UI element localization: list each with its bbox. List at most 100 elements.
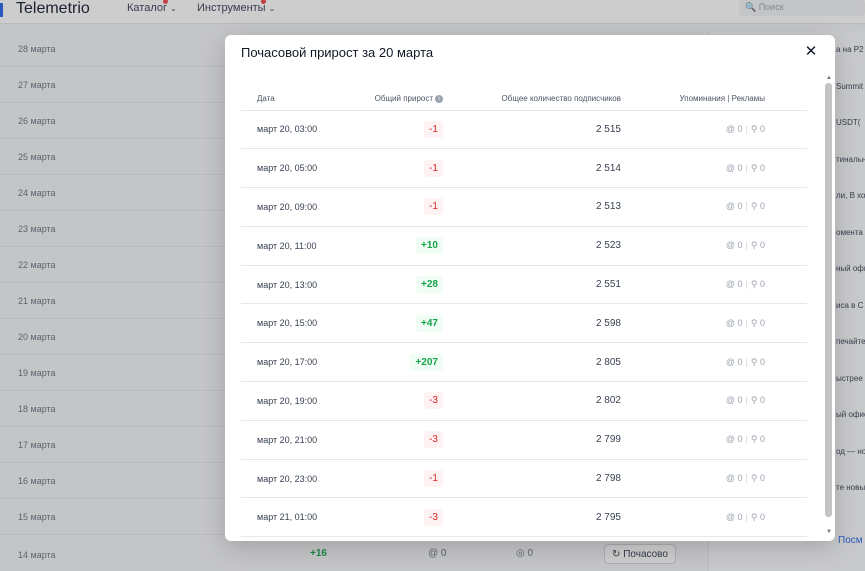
row-ads: 0 <box>759 162 765 173</box>
row-growth-cell: +28 <box>347 265 455 305</box>
table-row: март 21, 01:00 -3 2 795 @ 0 | ⚲ 0 <box>241 497 807 538</box>
divider: | <box>745 395 748 406</box>
row-subscribers-cell: 2 598 <box>455 303 621 344</box>
growth-badge: -1 <box>424 198 443 216</box>
row-subscribers-cell: 2 514 <box>455 148 621 189</box>
row-ads: 0 <box>759 434 765 445</box>
divider: | <box>745 279 748 290</box>
divider: | <box>745 511 748 522</box>
divider: | <box>745 162 748 173</box>
row-subscribers: 2 515 <box>595 123 621 135</box>
row-mentions-ads-cell: @ 0 | ⚲ 0 <box>621 342 807 383</box>
row-mentions-ads-cell: @ 0 | ⚲ 0 <box>621 497 807 538</box>
divider: | <box>745 356 748 367</box>
mention-icon: @ <box>725 162 735 173</box>
hourly-table: Дата Общий прирост i Общее количество под… <box>241 87 807 538</box>
row-subscribers-cell: 2 513 <box>455 187 621 227</box>
modal-scrollbar[interactable]: ▲ ▼ <box>823 73 835 541</box>
table-row: март 20, 17:00 +207 2 805 @ 0 | ⚲ 0 <box>241 342 807 383</box>
growth-badge: -3 <box>424 508 443 526</box>
row-subscribers: 2 795 <box>595 511 621 523</box>
row-mentions: 0 <box>737 123 743 134</box>
row-growth-cell: +10 <box>347 226 455 266</box>
growth-badge: -1 <box>424 159 443 177</box>
mention-icon: @ <box>725 356 735 367</box>
mention-icon: @ <box>725 511 735 522</box>
row-ads: 0 <box>759 279 765 290</box>
table-row: март 20, 13:00 +28 2 551 @ 0 | ⚲ 0 <box>241 265 807 305</box>
info-icon[interactable]: i <box>435 94 443 103</box>
row-growth-cell: -1 <box>347 148 455 189</box>
divider: | <box>745 240 748 251</box>
growth-badge: -1 <box>424 470 443 488</box>
ad-icon: ⚲ <box>750 317 758 328</box>
scroll-thumb[interactable] <box>825 83 832 517</box>
row-mentions-ads-cell: @ 0 | ⚲ 0 <box>621 110 807 150</box>
row-subscribers-cell: 2 802 <box>455 381 621 421</box>
row-growth-cell: -1 <box>347 187 455 227</box>
table-row: март 20, 09:00 -1 2 513 @ 0 | ⚲ 0 <box>241 187 807 227</box>
table-row: март 20, 23:00 -1 2 798 @ 0 | ⚲ 0 <box>241 459 807 499</box>
growth-badge: -3 <box>424 392 443 410</box>
row-ads: 0 <box>759 317 765 328</box>
ad-icon: ⚲ <box>750 162 758 173</box>
col-mentions-ads: Упоминания | Рекламы <box>621 87 807 111</box>
growth-badge: +10 <box>416 237 443 255</box>
row-mentions: 0 <box>737 201 743 212</box>
growth-badge: +207 <box>410 353 443 371</box>
row-date: март 21, 01:00 <box>241 497 347 538</box>
mention-icon: @ <box>725 279 735 290</box>
table-row: март 20, 03:00 -1 2 515 @ 0 | ⚲ 0 <box>241 110 807 150</box>
row-subscribers: 2 523 <box>595 240 621 252</box>
row-ads: 0 <box>759 123 765 134</box>
row-mentions-ads-cell: @ 0 | ⚲ 0 <box>621 381 807 421</box>
close-icon[interactable]: ✕ <box>803 44 819 60</box>
row-subscribers-cell: 2 795 <box>455 497 621 538</box>
table-row: март 20, 11:00 +10 2 523 @ 0 | ⚲ 0 <box>241 226 807 266</box>
scroll-up-icon[interactable]: ▲ <box>826 75 832 81</box>
row-date: март 20, 03:00 <box>241 110 347 150</box>
row-date: март 20, 23:00 <box>241 459 347 499</box>
row-growth-cell: +47 <box>347 303 455 344</box>
row-subscribers-cell: 2 799 <box>455 420 621 460</box>
growth-badge: -1 <box>424 120 443 138</box>
row-ads: 0 <box>759 356 765 367</box>
row-mentions-ads-cell: @ 0 | ⚲ 0 <box>621 187 807 227</box>
row-mentions: 0 <box>737 162 743 173</box>
mention-icon: @ <box>725 201 735 212</box>
growth-badge: +28 <box>416 276 443 294</box>
row-subscribers-cell: 2 523 <box>455 226 621 266</box>
row-subscribers-cell: 2 805 <box>455 342 621 383</box>
row-growth-cell: -3 <box>347 420 455 460</box>
row-ads: 0 <box>759 395 765 406</box>
ad-icon: ⚲ <box>750 434 758 445</box>
mention-icon: @ <box>725 317 735 328</box>
row-subscribers: 2 598 <box>595 317 621 329</box>
row-ads: 0 <box>759 473 765 484</box>
table-row: март 20, 21:00 -3 2 799 @ 0 | ⚲ 0 <box>241 420 807 460</box>
table-row: март 20, 19:00 -3 2 802 @ 0 | ⚲ 0 <box>241 381 807 421</box>
row-mentions: 0 <box>737 240 743 251</box>
modal-title: Почасовой прирост за 20 марта <box>241 45 434 60</box>
row-date: март 20, 19:00 <box>241 381 347 421</box>
hourly-growth-modal: Почасовой прирост за 20 марта ✕ Дата Общ… <box>225 35 835 541</box>
row-subscribers-cell: 2 515 <box>455 110 621 150</box>
table-row: март 20, 05:00 -1 2 514 @ 0 | ⚲ 0 <box>241 148 807 189</box>
row-mentions-ads-cell: @ 0 | ⚲ 0 <box>621 148 807 189</box>
row-date: март 20, 15:00 <box>241 303 347 344</box>
row-mentions-ads-cell: @ 0 | ⚲ 0 <box>621 459 807 499</box>
row-date: март 20, 13:00 <box>241 265 347 305</box>
row-ads: 0 <box>759 240 765 251</box>
ad-icon: ⚲ <box>750 356 758 367</box>
scroll-down-icon[interactable]: ▼ <box>826 529 832 535</box>
row-subscribers: 2 802 <box>595 395 621 407</box>
mention-icon: @ <box>725 395 735 406</box>
row-subscribers: 2 805 <box>595 356 621 368</box>
row-mentions: 0 <box>737 511 743 522</box>
ad-icon: ⚲ <box>750 279 758 290</box>
row-mentions: 0 <box>737 473 743 484</box>
mention-icon: @ <box>725 123 735 134</box>
divider: | <box>745 473 748 484</box>
row-subscribers: 2 513 <box>595 201 621 213</box>
row-date: март 20, 11:00 <box>241 226 347 266</box>
